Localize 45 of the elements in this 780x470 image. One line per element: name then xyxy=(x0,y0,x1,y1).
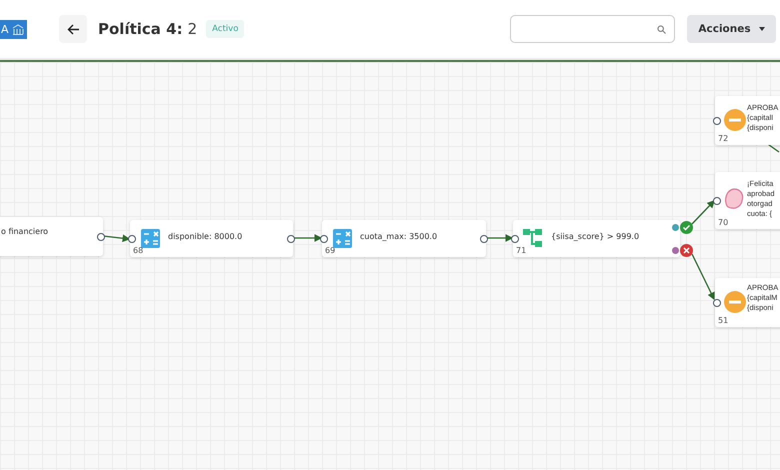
check-circle-icon xyxy=(680,221,693,234)
connector-arrow xyxy=(692,254,714,299)
output-port[interactable] xyxy=(97,232,105,240)
input-port[interactable] xyxy=(713,116,721,124)
output-port[interactable] xyxy=(287,234,295,242)
output-port[interactable] xyxy=(480,234,488,242)
branch-icon xyxy=(523,228,543,248)
page-title: Política 4: xyxy=(98,20,183,38)
mascot-icon xyxy=(723,186,745,210)
back-button[interactable] xyxy=(59,15,87,43)
search-field[interactable] xyxy=(510,15,675,43)
flow-node[interactable]: cuota_max: 3500.0 69 xyxy=(322,220,486,257)
node-number: 71 xyxy=(516,246,526,255)
node-number: 72 xyxy=(718,134,728,143)
connector-arrow xyxy=(692,201,714,224)
node-label: o financiero xyxy=(1,227,48,237)
node-number: 70 xyxy=(718,218,728,227)
search-icon xyxy=(657,24,666,34)
input-port[interactable] xyxy=(713,196,721,204)
flow-node[interactable]: {siisa_score} > 999.0 71 xyxy=(513,220,680,257)
node-number: 68 xyxy=(133,246,144,255)
actions-button[interactable]: Acciones xyxy=(687,15,776,43)
arrow-left-icon xyxy=(66,24,80,34)
cross-circle-icon xyxy=(680,244,693,257)
node-number: 51 xyxy=(718,316,728,325)
caret-icon xyxy=(758,27,765,31)
minus-circle-icon xyxy=(724,109,746,131)
input-port[interactable] xyxy=(713,298,721,306)
status-badge: Activo xyxy=(206,20,244,38)
input-port[interactable] xyxy=(128,234,136,242)
input-port[interactable] xyxy=(320,234,328,242)
building-icon xyxy=(12,24,24,34)
flow-node[interactable]: o financiero xyxy=(0,217,103,256)
calculator-icon xyxy=(141,229,160,248)
minus-circle-icon xyxy=(724,291,746,313)
input-port[interactable] xyxy=(511,234,519,242)
version-number: 2 xyxy=(188,20,198,38)
node-number: 69 xyxy=(325,246,336,255)
flow-node[interactable]: disponible: 8000.0 68 xyxy=(130,220,293,257)
node-label: {siisa_score} > 999.0 xyxy=(551,232,640,242)
logo-text: A xyxy=(1,22,9,36)
calculator-icon xyxy=(333,229,352,248)
connector-arrow xyxy=(103,236,129,239)
node-label: cuota_max: 3500.0 xyxy=(360,232,438,242)
node-label: disponible: 8000.0 xyxy=(168,232,242,242)
